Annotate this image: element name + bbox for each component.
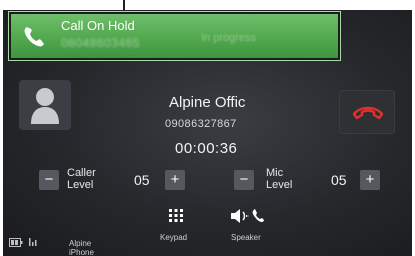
speaker-label: Speaker: [231, 233, 261, 242]
end-call-icon: [352, 106, 384, 120]
person-icon: [31, 88, 59, 124]
caller-level-value: 05: [134, 172, 150, 188]
device-name: Alpine iPhone: [69, 239, 94, 256]
banner-status: In progress: [201, 32, 257, 44]
caller-level-label-line2: Level: [67, 179, 94, 191]
caller-level-plus-button[interactable]: +: [165, 170, 185, 190]
speaker-button[interactable]: Speaker: [223, 205, 273, 247]
phone-icon: [24, 27, 44, 47]
mic-level-label-line2: Level: [266, 179, 293, 191]
keypad-icon: [169, 209, 183, 222]
end-call-button[interactable]: [339, 90, 395, 134]
caller-name: Alpine Offic: [169, 94, 246, 111]
caller-level-label: Caller Level: [67, 167, 96, 191]
mic-level-value: 05: [331, 172, 347, 188]
speaker-phone-icon: [231, 209, 264, 223]
caller-level-minus-button[interactable]: −: [39, 170, 59, 190]
keypad-label: Keypad: [160, 233, 188, 242]
caller-number: 09086327867: [165, 118, 237, 130]
mic-level-plus-button[interactable]: +: [360, 170, 380, 190]
keypad-button[interactable]: Keypad: [153, 205, 199, 247]
mic-level-minus-button[interactable]: −: [234, 170, 254, 190]
banner-number: 08048603465: [61, 36, 140, 50]
call-timer: 00:00:36: [175, 140, 238, 157]
phone-call-screen: Call On Hold 08048603465 In progress Alp…: [3, 10, 412, 256]
banner-title: Call On Hold: [61, 18, 135, 33]
mic-level-label: Mic Level: [266, 167, 292, 191]
caller-level-label-line1: Caller: [67, 167, 96, 179]
battery-icon: [9, 238, 23, 247]
call-on-hold-banner[interactable]: Call On Hold 08048603465 In progress: [8, 11, 341, 61]
signal-icon: [29, 238, 37, 246]
mic-level-label-line1: Mic: [266, 167, 284, 179]
caller-avatar: [19, 80, 71, 130]
